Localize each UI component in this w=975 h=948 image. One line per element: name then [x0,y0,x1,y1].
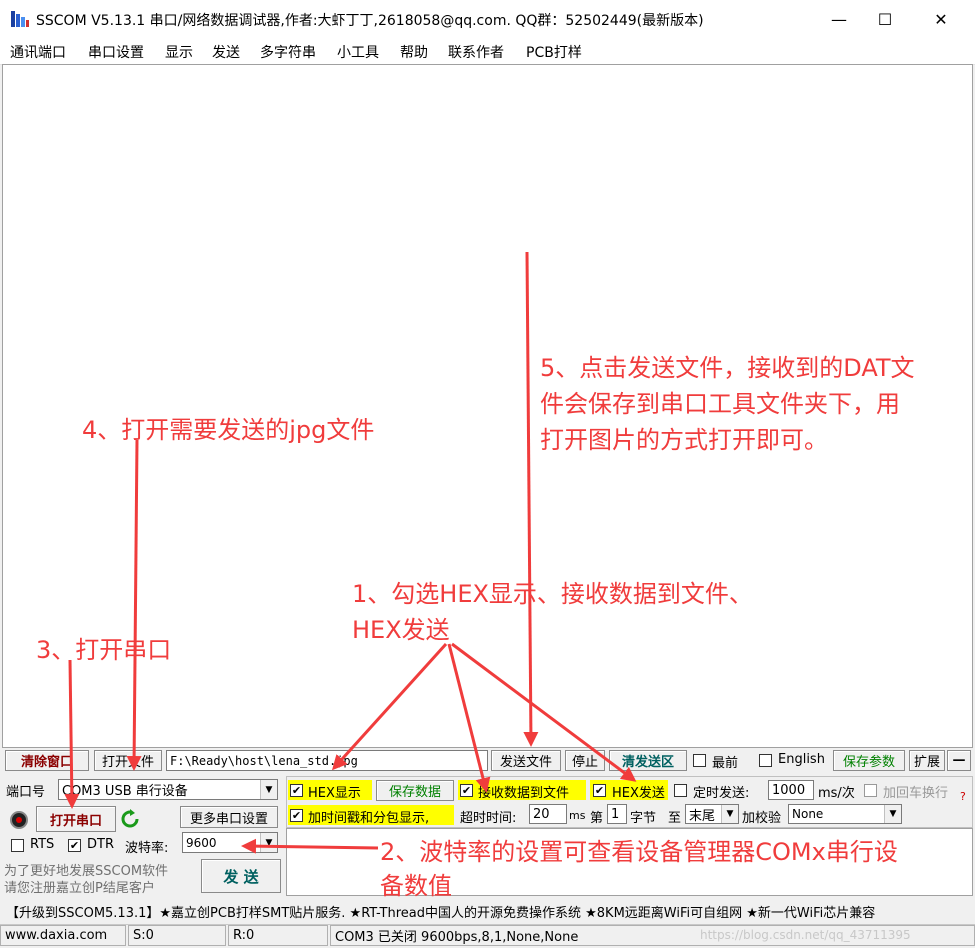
checksum-value: None [792,807,824,821]
annotation-2-line-1: 2、波特率的设置可查看设备管理器COMx串行设 [380,838,898,866]
dtr-checkbox[interactable]: ✔ [68,839,81,852]
clear-window-button[interactable]: 清除窗口 [5,750,89,771]
close-icon: ✕ [934,9,948,29]
menu-pcb[interactable]: PCB打样 [526,42,582,62]
stop-button[interactable]: 停止 [565,750,605,771]
chevron-down-icon: ▼ [260,780,277,799]
timed-send-checkbox[interactable] [674,784,687,797]
english-checkbox[interactable] [759,754,772,767]
send-button[interactable]: 发 送 [201,859,281,893]
add-crlf-checkbox[interactable] [864,784,877,797]
topmost-label: 最前 [712,756,739,771]
baud-label: 波特率: [125,841,169,856]
checksum-label: 加校验 [742,811,782,826]
save-data-button[interactable]: 保存数据 [376,780,454,801]
dtr-label: DTR [87,837,114,852]
port-status-indicator-icon [10,811,28,829]
timeout-unit-label: ms [569,809,586,822]
annotation-1-line-1: 1、勾选HEX显示、接收数据到文件、 [352,580,753,608]
app-icon [10,9,30,29]
rts-label: RTS [30,837,55,852]
chevron-down-icon: ▼ [721,805,738,823]
save-params-button[interactable]: 保存参数 [833,750,905,771]
promo-line-2: 请您注册嘉立创P结尾客户 [4,881,155,896]
annotation-1-line-2: HEX发送 [352,616,450,644]
port-select[interactable]: COM3 USB 串行设备 ▼ [58,779,278,800]
nth-label: 第 [590,811,604,826]
menu-multi-string[interactable]: 多字符串 [260,42,316,62]
hex-display-checkbox[interactable]: ✔ [290,784,303,797]
send-file-button[interactable]: 发送文件 [491,750,561,771]
minimize-icon: — [831,9,847,29]
status-received-count: R:0 [228,925,328,946]
more-serial-settings-button[interactable]: 更多串口设置 [180,806,278,828]
port-value: COM3 USB 串行设备 [62,784,188,799]
annotation-2-line-2: 备数值 [380,872,452,900]
annotation-5-line-2: 件会保存到串口工具文件夹下，用 [540,390,900,418]
hex-send-label: HEX发送 [612,786,665,801]
menu-comm-port[interactable]: 通讯端口 [10,42,66,62]
expand-button[interactable]: 扩展 [909,750,945,771]
open-port-button[interactable]: 打开串口 [36,806,116,832]
timed-send-label: 定时发送: [693,786,750,801]
recv-to-file-checkbox[interactable]: ✔ [460,784,473,797]
baud-value: 9600 [186,835,217,850]
chevron-down-icon: ▼ [884,805,901,823]
baud-select[interactable]: 9600 ▼ [182,832,278,853]
english-label: English [778,752,825,767]
refresh-icon[interactable] [120,809,140,829]
byte-label: 字节 [630,811,657,826]
byte-end-value: 末尾 [689,808,716,824]
menu-send[interactable]: 发送 [212,42,240,62]
window-title: SSCOM V5.13.1 串口/网络数据调试器,作者:大虾丁丁,2618058… [36,13,704,29]
status-port-state-text: COM3 已关闭 9600bps,8,1,None,None [335,930,579,945]
byte-start-input[interactable]: 1 [607,804,627,824]
collapse-button[interactable]: — [947,750,971,771]
interval-unit-label: ms/次 [818,786,855,801]
recv-to-file-label: 接收数据到文件 [478,786,570,801]
checksum-select[interactable]: None ▼ [788,804,902,824]
menu-display[interactable]: 显示 [165,42,193,62]
annotation-5-line-1: 5、点击发送文件，接收到的DAT文 [540,354,915,382]
hex-display-label: HEX显示 [308,786,361,801]
maximize-button[interactable]: ☐ [862,0,908,38]
clear-send-button[interactable]: 清发送区 [609,750,687,771]
close-button[interactable]: ✕ [918,0,964,38]
topmost-checkbox[interactable] [693,754,706,767]
timestamp-label: 加时间戳和分包显示, [308,811,430,826]
minimize-button[interactable]: — [816,0,862,38]
hex-send-checkbox[interactable]: ✔ [593,784,606,797]
help-icon[interactable]: ? [960,790,966,803]
status-sent-count: S:0 [128,925,226,946]
open-file-button[interactable]: 打开文件 [94,750,162,771]
annotation-4: 4、打开需要发送的jpg文件 [82,416,375,444]
to-label: 至 [668,811,682,826]
add-crlf-label: 加回车换行 [883,786,949,801]
timestamp-checkbox[interactable]: ✔ [290,809,303,822]
timeout-input[interactable]: 20 [529,804,567,824]
menu-contact-author[interactable]: 联系作者 [448,42,504,62]
menu-tools[interactable]: 小工具 [337,42,379,62]
status-website[interactable]: www.daxia.com [0,925,126,946]
menu-help[interactable]: 帮助 [400,42,428,62]
menu-serial-settings[interactable]: 串口设置 [88,42,144,62]
chevron-down-icon: ▼ [260,833,277,852]
interval-input[interactable]: 1000 [768,780,814,800]
watermark: https://blog.csdn.net/qq_43711395 [700,928,911,942]
file-path-input[interactable]: F:\Ready\host\lena_std.jpg [166,750,488,771]
rts-checkbox[interactable] [11,839,24,852]
annotation-5-line-3: 打开图片的方式打开即可。 [540,426,828,454]
timeout-label: 超时时间: [460,811,517,826]
port-label: 端口号 [6,785,46,800]
byte-end-select[interactable]: 末尾 ▼ [685,804,739,824]
promo-ticker[interactable]: 【升级到SSCOM5.13.1】★嘉立创PCB打样SMT贴片服务. ★RT-Th… [0,900,975,922]
annotation-3: 3、打开串口 [36,636,172,664]
maximize-icon: ☐ [877,9,893,29]
